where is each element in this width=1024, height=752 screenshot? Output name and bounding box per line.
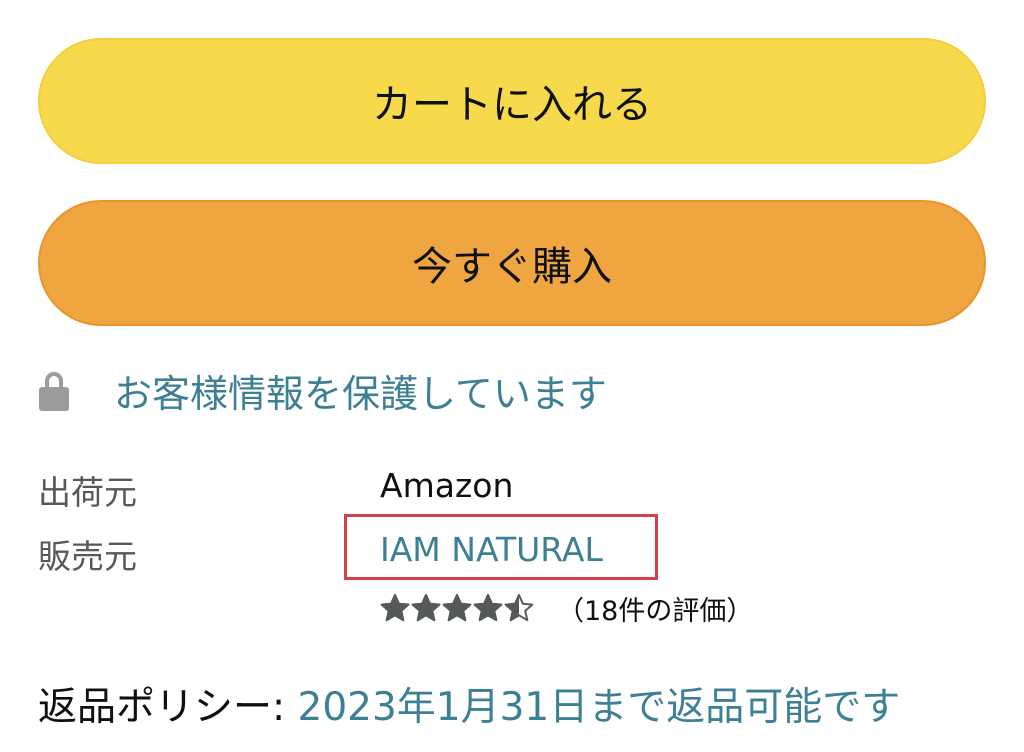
return-policy: 返品ポリシー: 2023年1月31日まで返品可能です: [38, 676, 900, 732]
buy-now-button[interactable]: 今すぐ購入: [38, 200, 986, 326]
lock-icon: [39, 372, 69, 411]
ships-from-value: Amazon: [380, 466, 514, 505]
star-full-icon: [473, 594, 503, 622]
secure-transaction-link[interactable]: お客様情報を保護しています: [114, 363, 607, 418]
add-to-cart-label: カートに入れる: [372, 82, 652, 128]
sold-by-label: 販売元: [38, 537, 137, 576]
star-full-icon: [442, 594, 472, 622]
return-policy-link[interactable]: 2023年1月31日まで返品可能です: [298, 685, 901, 730]
seller-rating[interactable]: （18件の評価）: [380, 589, 753, 628]
star-rating: [380, 593, 535, 623]
return-policy-label: 返品ポリシー:: [38, 685, 298, 730]
secure-transaction[interactable]: お客様情報を保護しています: [38, 360, 607, 420]
rating-count[interactable]: （18件の評価）: [557, 589, 753, 628]
star-full-icon: [380, 594, 410, 622]
star-half-icon: [504, 594, 534, 622]
add-to-cart-button[interactable]: カートに入れる: [38, 38, 986, 164]
ships-from-label: 出荷元: [38, 473, 137, 512]
buy-now-label: 今すぐ購入: [412, 244, 612, 290]
seller-link[interactable]: IAM NATURAL: [380, 530, 603, 569]
star-full-icon: [411, 594, 441, 622]
